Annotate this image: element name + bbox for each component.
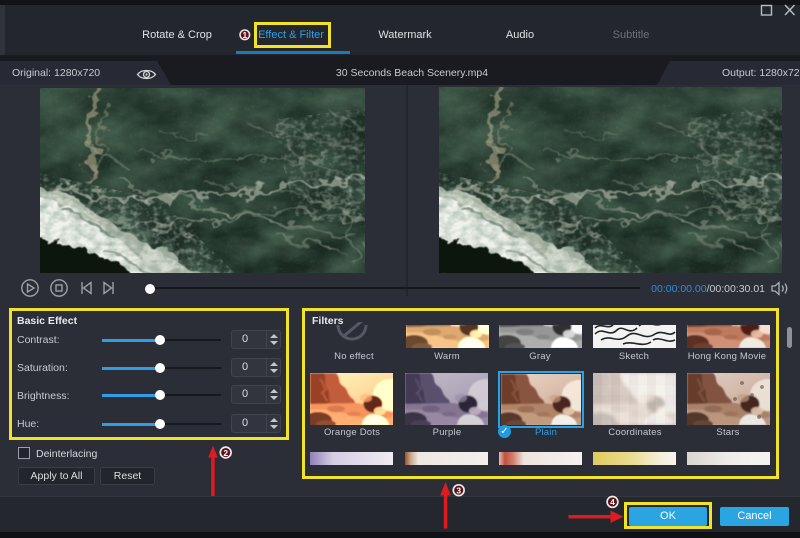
svg-text:2: 2: [223, 448, 228, 458]
svg-text:3: 3: [456, 486, 461, 496]
